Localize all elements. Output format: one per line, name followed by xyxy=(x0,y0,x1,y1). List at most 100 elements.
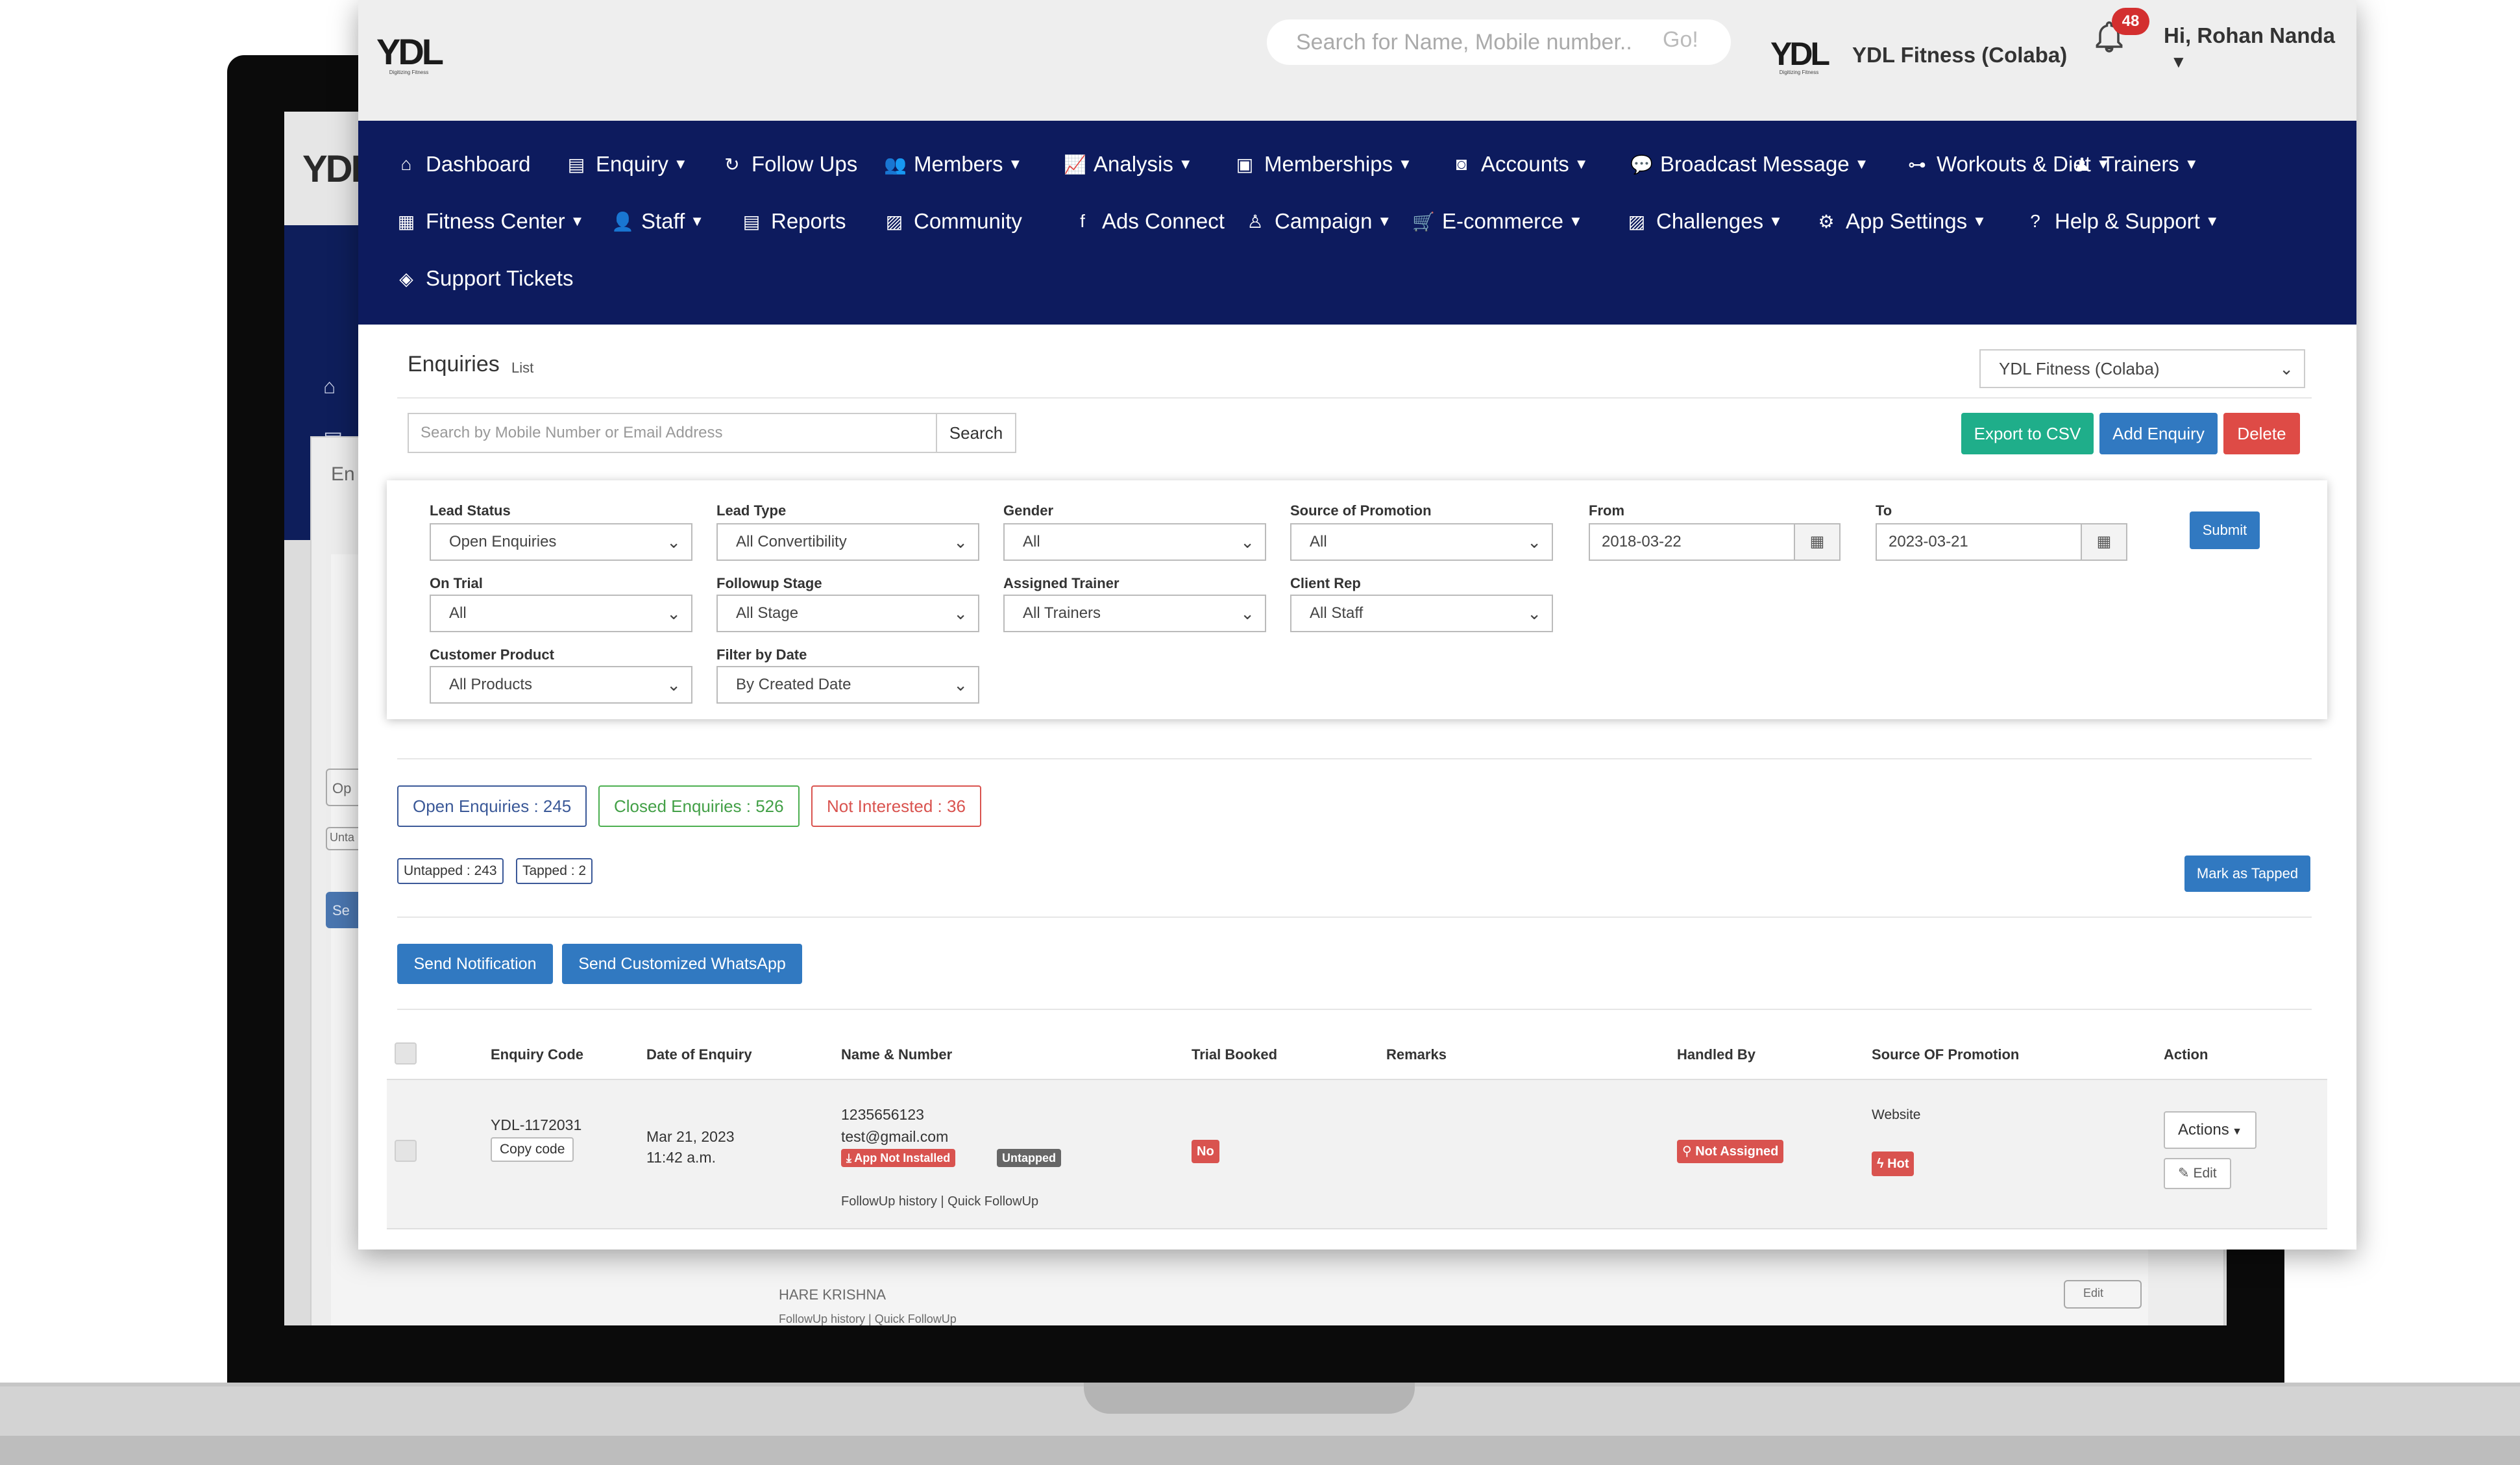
column-header: Date of Enquiry xyxy=(646,1046,752,1063)
caret-down-icon: ▼ xyxy=(2229,1126,2242,1137)
nav-item-help-support[interactable]: ? Help & Support ▼ xyxy=(2025,209,2219,234)
filter-by-date-select[interactable]: By Created Date ⌄ xyxy=(716,666,979,704)
assigned-trainer-value: All Trainers xyxy=(1023,604,1101,622)
open-enquiries-count[interactable]: Open Enquiries : 245 xyxy=(397,785,587,827)
submit-button[interactable]: Submit xyxy=(2190,511,2260,549)
calendar-icon[interactable]: ▦ xyxy=(2081,523,2127,561)
to-date-input[interactable]: 2023-03-21 xyxy=(1876,523,2082,561)
caret-down-icon: ▼ xyxy=(2184,156,2199,172)
laptop-base-edge xyxy=(0,1436,2520,1465)
row-checkbox[interactable] xyxy=(395,1140,417,1162)
untapped-count[interactable]: Untapped : 243 xyxy=(397,858,504,884)
enquiry-phone[interactable]: 1235656123 xyxy=(841,1106,924,1124)
nav-item-reports[interactable]: ▤ Reports xyxy=(741,209,846,234)
nav-item-analysis[interactable]: 📈 Analysis ▼ xyxy=(1064,152,1193,177)
refresh-icon: ↻ xyxy=(724,154,740,175)
followup-links[interactable]: FollowUp history | Quick FollowUp xyxy=(841,1194,1038,1209)
go-button[interactable]: Go! xyxy=(1663,27,1698,53)
app-window: YDL Digitizing Fitness Go! YDL Digitizin… xyxy=(358,0,2356,1250)
caret-down-icon: ▼ xyxy=(1569,213,1583,229)
page-subtitle: List xyxy=(511,360,534,376)
chevron-down-icon: ⌄ xyxy=(2279,359,2294,378)
calendar-icon[interactable]: ▦ xyxy=(1794,523,1841,561)
nav-item-label: Broadcast Message xyxy=(1660,152,1850,176)
edit-button[interactable]: ✎ Edit xyxy=(2164,1158,2231,1189)
tapped-count[interactable]: Tapped : 2 xyxy=(516,858,593,884)
followup-stage-value: All Stage xyxy=(736,604,799,622)
branch-logo: YDL Digitizing Fitness xyxy=(1770,38,1830,75)
chevron-down-icon: ⌄ xyxy=(1240,532,1254,552)
brand-logo[interactable]: YDL Digitizing Fitness xyxy=(376,34,444,75)
chevron-down-icon: ⌄ xyxy=(953,532,968,552)
caret-down-icon: ▼ xyxy=(673,156,688,172)
nav-item-accounts[interactable]: ◙ Accounts ▼ xyxy=(1451,152,1589,177)
enquiry-email[interactable]: test@gmail.com xyxy=(841,1128,948,1146)
user-menu[interactable]: Hi, Rohan Nanda ▼ xyxy=(2164,23,2356,73)
nav-item-follow-ups[interactable]: ↻ Follow Ups xyxy=(722,152,857,177)
on-trial-select[interactable]: All ⌄ xyxy=(430,595,692,632)
bg-edit-text: Edit xyxy=(2083,1286,2104,1299)
client-rep-value: All Staff xyxy=(1310,604,1364,622)
copy-code-button[interactable]: Copy code xyxy=(491,1137,574,1162)
followup-stage-select[interactable]: All Stage ⌄ xyxy=(716,595,979,632)
card-icon: ▣ xyxy=(1236,154,1254,175)
export-csv-button[interactable]: Export to CSV xyxy=(1961,413,2094,454)
not-interested-count[interactable]: Not Interested : 36 xyxy=(811,785,981,827)
chevron-down-icon: ⌄ xyxy=(953,675,968,695)
nav-item-ads-connect[interactable]: f Ads Connect xyxy=(1072,209,1225,234)
nav-item-label: Ads Connect xyxy=(1102,209,1225,233)
lead-status-label: Lead Status xyxy=(430,502,511,519)
app-status-text: App Not Installed xyxy=(854,1151,951,1164)
notification-badge[interactable]: 48 xyxy=(2112,8,2149,35)
mark-as-tapped-button[interactable]: Mark as Tapped xyxy=(2184,856,2310,892)
global-search-input[interactable] xyxy=(1296,27,1646,57)
gender-select[interactable]: All ⌄ xyxy=(1003,523,1266,561)
nav-item-dashboard[interactable]: ⌂ Dashboard xyxy=(396,152,531,177)
select-all-checkbox[interactable] xyxy=(395,1042,417,1065)
assigned-trainer-select[interactable]: All Trainers ⌄ xyxy=(1003,595,1266,632)
nav-item-label: Fitness Center xyxy=(426,209,565,233)
nav-item-members[interactable]: 👥 Members ▼ xyxy=(884,152,1022,177)
client-rep-select[interactable]: All Staff ⌄ xyxy=(1290,595,1553,632)
nav-item-broadcast-message[interactable]: 💬 Broadcast Message ▼ xyxy=(1630,152,1868,177)
nav-item-enquiry[interactable]: ▤ Enquiry ▼ xyxy=(566,152,688,177)
column-header: Name & Number xyxy=(841,1046,953,1063)
delete-button[interactable]: Delete xyxy=(2223,413,2300,454)
table-row[interactable]: YDL-1172031 Copy code Mar 21, 2023 11:42… xyxy=(387,1079,2327,1229)
filter-by-date-label: Filter by Date xyxy=(716,646,807,663)
nav-item-challenges[interactable]: ▨ Challenges ▼ xyxy=(1626,209,1783,234)
customer-product-select[interactable]: All Products ⌄ xyxy=(430,666,692,704)
nav-item-trainers[interactable]: ♟ Trainers ▼ xyxy=(2072,152,2199,177)
branch-select[interactable]: YDL Fitness (Colaba) ⌄ xyxy=(1979,349,2305,388)
nav-item-app-settings[interactable]: ⚙ App Settings ▼ xyxy=(1816,209,1986,234)
nav-item-label: Reports xyxy=(771,209,846,233)
nav-item-staff[interactable]: 👤 Staff ▼ xyxy=(611,209,704,234)
nav-item-memberships[interactable]: ▣ Memberships ▼ xyxy=(1234,152,1412,177)
lead-status-select[interactable]: Open Enquiries ⌄ xyxy=(430,523,692,561)
nav-item-label: Analysis xyxy=(1094,152,1173,176)
nav-item-support-tickets[interactable]: ◈ Support Tickets xyxy=(396,266,573,291)
nav-item-label: Community xyxy=(914,209,1022,233)
caret-down-icon: ▼ xyxy=(1377,213,1392,229)
nav-item-fitness-center[interactable]: ▦ Fitness Center ▼ xyxy=(396,209,585,234)
add-enquiry-button[interactable]: Add Enquiry xyxy=(2099,413,2218,454)
bg-nav-icon: ⌂ xyxy=(323,375,336,398)
send-notification-button[interactable]: Send Notification xyxy=(397,944,553,984)
handled-by-badge: ⚲ Not Assigned xyxy=(1677,1140,1784,1163)
caret-down-icon: ▼ xyxy=(1398,156,1412,172)
enquiry-search-input[interactable]: Search by Mobile Number or Email Address xyxy=(408,413,937,453)
nav-item-e-commerce[interactable]: 🛒 E-commerce ▼ xyxy=(1412,209,1583,234)
nav-item-campaign[interactable]: ♙ Campaign ▼ xyxy=(1245,209,1391,234)
lead-type-select[interactable]: All Convertibility ⌄ xyxy=(716,523,979,561)
closed-enquiries-count[interactable]: Closed Enquiries : 526 xyxy=(598,785,800,827)
global-search-bar: Go! xyxy=(1267,19,1731,65)
chat-icon: 💬 xyxy=(1630,154,1653,175)
send-whatsapp-button[interactable]: Send Customized WhatsApp xyxy=(562,944,802,984)
nav-item-community[interactable]: ▨ Community xyxy=(884,209,1022,234)
branch-name[interactable]: YDL Fitness (Colaba) xyxy=(1852,43,2067,68)
search-button[interactable]: Search xyxy=(936,413,1016,453)
chevron-down-icon: ⌄ xyxy=(1527,604,1541,623)
source-select[interactable]: All ⌄ xyxy=(1290,523,1553,561)
from-date-input[interactable]: 2018-03-22 xyxy=(1589,523,1795,561)
actions-dropdown[interactable]: Actions ▼ xyxy=(2164,1111,2257,1149)
